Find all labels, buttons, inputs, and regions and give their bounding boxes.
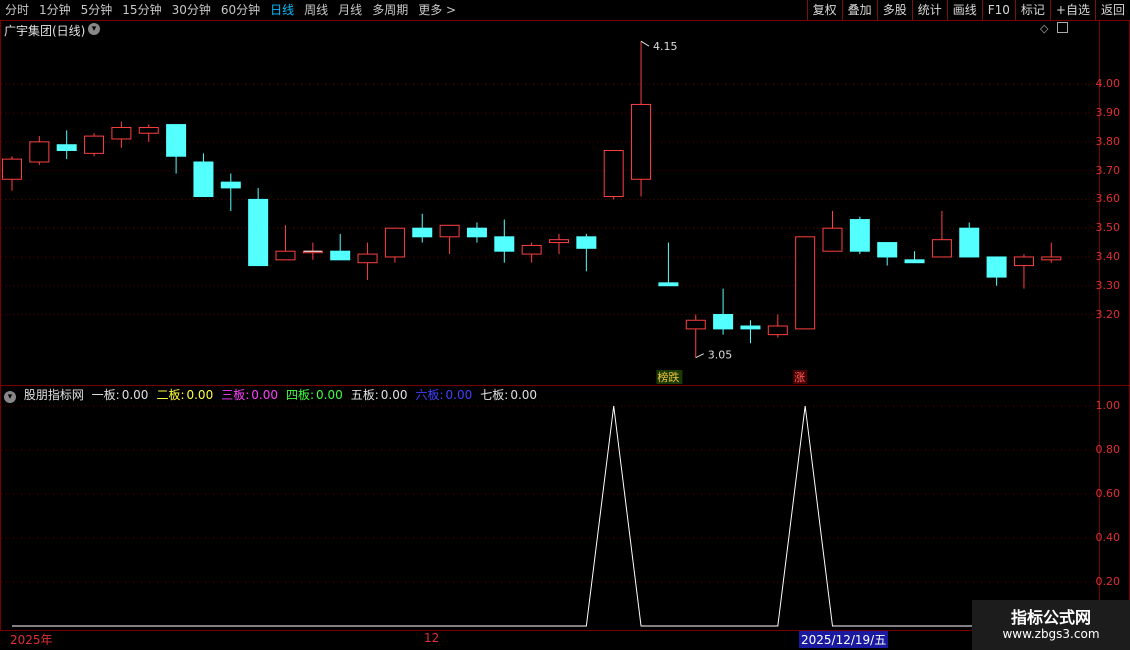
candle-body bbox=[357, 253, 378, 264]
period-tabs: 分时 1分钟 5分钟 15分钟 30分钟 60分钟 日线 周线 月线 多周期 更多 > bbox=[0, 0, 461, 20]
toolbar-button-5[interactable]: F10 bbox=[981, 0, 1015, 20]
watermark: 指标公式网 www.zbgs3.com bbox=[972, 600, 1130, 650]
candle-body bbox=[1041, 256, 1062, 261]
candle-body bbox=[220, 181, 241, 189]
period-tab-0[interactable]: 分时 bbox=[0, 0, 34, 20]
candle-body bbox=[56, 144, 77, 151]
high-marker-label: 4.15 bbox=[653, 40, 678, 53]
candle-body bbox=[904, 259, 925, 264]
candle-body bbox=[111, 126, 132, 140]
price-tick: 3.20 bbox=[1095, 307, 1121, 321]
indicator-tick: 1.00 bbox=[1095, 399, 1121, 412]
low-marker-label: 3.05 bbox=[708, 349, 733, 362]
indicator-axis-panel bbox=[1099, 385, 1130, 631]
candle-body bbox=[713, 314, 734, 330]
candle-body bbox=[658, 282, 679, 287]
candle-body bbox=[193, 161, 214, 198]
period-tab-7[interactable]: 周线 bbox=[299, 0, 333, 20]
candle-body bbox=[248, 198, 269, 267]
price-tick: 3.30 bbox=[1095, 278, 1121, 292]
price-tick: 3.90 bbox=[1095, 106, 1121, 120]
period-tab-10[interactable]: 更多 > bbox=[413, 0, 461, 20]
watermark-url: www.zbgs3.com bbox=[1002, 627, 1100, 641]
indicator-tick: 0.60 bbox=[1095, 487, 1121, 500]
price-tick: 4.00 bbox=[1095, 77, 1121, 91]
candle-body bbox=[29, 141, 50, 163]
candle-body bbox=[822, 227, 843, 252]
toolbar-button-2[interactable]: 多股 bbox=[876, 0, 912, 20]
candle-body bbox=[549, 239, 569, 244]
candle-body bbox=[166, 124, 187, 157]
indicator-tick: 0.40 bbox=[1095, 531, 1121, 544]
candle-body bbox=[767, 325, 788, 336]
cursor-date: 2025/12/19/五 bbox=[799, 631, 889, 648]
candle-body bbox=[631, 103, 652, 180]
indicator-tick: 0.20 bbox=[1095, 575, 1121, 588]
indicator-tick: 0.80 bbox=[1095, 443, 1121, 456]
date-label-year: 2025年 bbox=[10, 633, 53, 647]
candle-body bbox=[466, 227, 487, 238]
candle-body bbox=[275, 250, 296, 261]
tag-label: 涨 bbox=[794, 371, 805, 384]
candle-body bbox=[84, 135, 105, 154]
toolbar-button-4[interactable]: 画线 bbox=[946, 0, 982, 20]
period-tab-8[interactable]: 月线 bbox=[333, 0, 367, 20]
toolbar-button-3[interactable]: 统计 bbox=[911, 0, 947, 20]
candle-body bbox=[138, 126, 159, 134]
toolbar-button-6[interactable]: 标记 bbox=[1014, 0, 1050, 20]
candle-body bbox=[685, 319, 706, 330]
candle-body bbox=[384, 227, 405, 258]
period-tab-4[interactable]: 30分钟 bbox=[167, 0, 216, 20]
indicator-chart[interactable] bbox=[1, 386, 1099, 630]
candle-body bbox=[849, 219, 870, 252]
indicator-line bbox=[12, 405, 1052, 627]
price-tick: 3.80 bbox=[1095, 134, 1121, 148]
period-tab-5[interactable]: 60分钟 bbox=[216, 0, 265, 20]
price-tick: 3.50 bbox=[1095, 221, 1121, 235]
candle-body bbox=[959, 227, 980, 258]
toolbar-button-7[interactable]: +自选 bbox=[1049, 0, 1095, 20]
candle-body bbox=[986, 256, 1007, 278]
candle-body bbox=[2, 158, 22, 180]
candle-body bbox=[740, 325, 761, 330]
candle-body bbox=[521, 244, 542, 255]
toolbar-button-0[interactable]: 复权 bbox=[806, 0, 842, 20]
date-label-month: 12 bbox=[424, 631, 440, 645]
low-marker-line bbox=[695, 353, 704, 359]
tag-label: 榜跌 bbox=[657, 370, 679, 384]
period-tab-2[interactable]: 5分钟 bbox=[76, 0, 118, 20]
candle-body bbox=[494, 236, 515, 252]
watermark-title: 指标公式网 bbox=[1010, 608, 1091, 627]
price-tick: 3.40 bbox=[1095, 249, 1121, 263]
period-tab-9[interactable]: 多周期 bbox=[367, 0, 413, 20]
candle-body bbox=[931, 239, 952, 258]
candle-body bbox=[412, 227, 433, 238]
candle-body bbox=[877, 242, 898, 258]
period-tab-6[interactable]: 日线 bbox=[265, 0, 299, 20]
price-tick: 3.60 bbox=[1095, 192, 1121, 206]
candle-body bbox=[330, 250, 351, 261]
candle-body bbox=[1013, 256, 1034, 267]
candle-body bbox=[576, 236, 597, 249]
toolbar-buttons: 复权 叠加 多股 统计 画线 F10 标记 +自选 返回 bbox=[806, 0, 1130, 20]
candle-body bbox=[795, 236, 816, 330]
date-axis: 2025年 12 2025/12/19/五 bbox=[0, 630, 1130, 650]
price-tick: 3.70 bbox=[1095, 163, 1121, 177]
period-tab-3[interactable]: 15分钟 bbox=[117, 0, 166, 20]
period-tab-1[interactable]: 1分钟 bbox=[34, 0, 76, 20]
toolbar-button-8[interactable]: 返回 bbox=[1094, 0, 1130, 20]
toolbar-button-1[interactable]: 叠加 bbox=[841, 0, 877, 20]
period-toolbar: 分时 1分钟 5分钟 15分钟 30分钟 60分钟 日线 周线 月线 多周期 更多 > 复权 叠加 多股… bbox=[0, 0, 1130, 21]
high-marker-line bbox=[640, 40, 650, 47]
candle-body bbox=[603, 149, 624, 198]
candle-body bbox=[439, 224, 460, 238]
candlestick-chart[interactable]: 4.15 3.05 榜跌 涨 bbox=[1, 21, 1099, 385]
